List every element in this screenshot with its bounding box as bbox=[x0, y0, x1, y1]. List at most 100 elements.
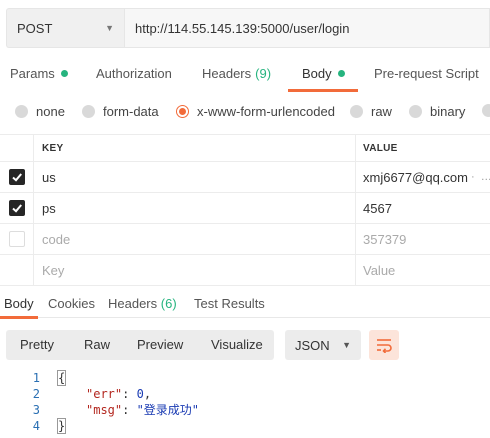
view-visualize-button[interactable]: Visualize bbox=[211, 337, 263, 352]
key-field[interactable]: code bbox=[34, 224, 356, 254]
params-table: KEY VALUE us xmj6677@qq.com · … ps 4567 … bbox=[0, 134, 490, 286]
header-check-cell bbox=[0, 135, 34, 161]
body-type-radio-group: none form-data x-www-form-urlencoded raw… bbox=[0, 100, 490, 126]
radio-icon bbox=[482, 104, 490, 117]
line-number: 3 bbox=[32, 403, 40, 417]
code-line: 3 "msg": "登录成功" bbox=[0, 402, 490, 418]
code-line: 2 "err": 0, bbox=[0, 386, 490, 402]
json-key: "err" bbox=[86, 387, 123, 401]
tab-body[interactable]: Body bbox=[302, 66, 345, 81]
radio-selected-icon bbox=[176, 105, 189, 118]
check-icon bbox=[11, 204, 22, 213]
response-code-view: 1 { 2 "err": 0, 3 "msg": "登录成功" 4 } bbox=[0, 370, 490, 434]
value-field[interactable]: 357379 bbox=[356, 224, 490, 254]
chevron-down-icon: ▼ bbox=[342, 340, 351, 350]
line-number: 2 bbox=[32, 387, 40, 401]
tab-response-body[interactable]: Body bbox=[4, 296, 34, 311]
line-number: 1 bbox=[32, 371, 40, 385]
view-raw-button[interactable]: Raw bbox=[84, 337, 110, 352]
tab-label: Pre-request Script bbox=[374, 66, 479, 81]
key-field[interactable]: us bbox=[34, 162, 356, 192]
checkbox-unchecked[interactable] bbox=[8, 231, 25, 247]
radio-x-www-form-urlencoded[interactable]: x-www-form-urlencoded bbox=[176, 104, 335, 119]
close-brace: } bbox=[56, 418, 67, 434]
radio-partial[interactable] bbox=[482, 104, 490, 117]
tab-count: (9) bbox=[255, 66, 272, 81]
wrap-lines-icon bbox=[377, 339, 392, 353]
tab-label: Authorization bbox=[96, 66, 172, 81]
open-brace: { bbox=[56, 370, 67, 386]
row-check-cell bbox=[0, 162, 34, 192]
code-text: "msg": "登录成功" bbox=[86, 403, 200, 417]
row-check-cell bbox=[0, 193, 34, 223]
format-label: JSON bbox=[295, 337, 330, 353]
radio-icon bbox=[409, 105, 422, 118]
active-response-tab-indicator bbox=[0, 316, 38, 319]
value-field[interactable]: 4567 bbox=[356, 193, 490, 223]
status-dot-icon bbox=[337, 70, 345, 77]
checkbox-checked[interactable] bbox=[8, 200, 25, 216]
request-tabs: Params Authorization Headers (9) Body Pr… bbox=[0, 60, 490, 90]
json-value: 0 bbox=[136, 387, 144, 401]
tab-label: Body bbox=[302, 66, 332, 81]
tab-pre-request-script[interactable]: Pre-request Script bbox=[374, 66, 479, 81]
tab-label: Headers bbox=[202, 66, 252, 81]
radio-label: form-data bbox=[103, 104, 159, 119]
new-key-input[interactable]: Key bbox=[34, 255, 356, 285]
tab-response-headers[interactable]: Headers (6) bbox=[108, 296, 177, 311]
radio-icon bbox=[82, 105, 95, 118]
radio-none[interactable]: none bbox=[15, 104, 65, 119]
tab-authorization[interactable]: Authorization bbox=[96, 66, 172, 81]
column-header-key: KEY bbox=[34, 135, 356, 161]
code-text: { bbox=[56, 370, 67, 386]
active-tab-indicator bbox=[288, 89, 358, 92]
code-line: 1 { bbox=[0, 370, 490, 386]
response-tabs: Body Cookies Headers (6) Test Results bbox=[0, 290, 490, 318]
json-key: "msg" bbox=[86, 403, 123, 417]
tab-headers[interactable]: Headers (9) bbox=[202, 66, 271, 81]
value-text: xmj6677@qq.com bbox=[363, 169, 468, 185]
method-select[interactable]: POST ▼ bbox=[6, 8, 124, 48]
row-check-cell bbox=[0, 224, 34, 254]
view-pretty-button[interactable]: Pretty bbox=[20, 337, 54, 352]
tab-label: Headers bbox=[108, 296, 158, 311]
table-row: code 357379 bbox=[0, 224, 490, 255]
value-field[interactable]: xmj6677@qq.com · … bbox=[356, 162, 490, 192]
radio-icon bbox=[15, 105, 28, 118]
radio-icon bbox=[350, 105, 363, 118]
column-header-value: VALUE bbox=[363, 142, 398, 154]
request-bar: POST ▼ http://114.55.145.139:5000/user/l… bbox=[6, 8, 490, 48]
tab-cookies[interactable]: Cookies bbox=[48, 296, 95, 311]
more-icon: · … bbox=[470, 171, 490, 183]
radio-form-data[interactable]: form-data bbox=[82, 104, 159, 119]
line-number: 4 bbox=[32, 419, 40, 433]
table-row: ps 4567 bbox=[0, 193, 490, 224]
chevron-down-icon: ▼ bbox=[105, 23, 114, 33]
status-dot-icon bbox=[60, 70, 68, 77]
response-toolbar: Pretty Raw Preview Visualize JSON ▼ bbox=[6, 330, 490, 360]
radio-binary[interactable]: binary bbox=[409, 104, 465, 119]
url-input[interactable]: http://114.55.145.139:5000/user/login bbox=[124, 8, 490, 48]
json-value: "登录成功" bbox=[136, 403, 200, 417]
tab-label: Params bbox=[10, 66, 55, 81]
code-text: "err": 0, bbox=[86, 387, 152, 401]
table-row-new: Key Value bbox=[0, 255, 490, 286]
checkbox-checked[interactable] bbox=[8, 169, 25, 185]
view-preview-button[interactable]: Preview bbox=[137, 337, 183, 352]
tab-params[interactable]: Params bbox=[10, 66, 68, 81]
check-icon bbox=[11, 173, 22, 182]
radio-label: binary bbox=[430, 104, 466, 119]
new-value-input[interactable]: Value bbox=[356, 255, 490, 285]
method-label: POST bbox=[17, 20, 53, 36]
table-row: us xmj6677@qq.com · … bbox=[0, 162, 490, 193]
tab-count: (6) bbox=[160, 296, 177, 311]
wrap-lines-button[interactable] bbox=[369, 330, 399, 360]
code-text: } bbox=[56, 418, 67, 434]
radio-raw[interactable]: raw bbox=[350, 104, 392, 119]
tab-test-results[interactable]: Test Results bbox=[194, 296, 265, 311]
format-select[interactable]: JSON ▼ bbox=[285, 330, 361, 360]
radio-label: raw bbox=[371, 104, 392, 119]
radio-label: none bbox=[36, 104, 65, 119]
key-field[interactable]: ps bbox=[34, 193, 356, 223]
table-header-row: KEY VALUE bbox=[0, 134, 490, 162]
